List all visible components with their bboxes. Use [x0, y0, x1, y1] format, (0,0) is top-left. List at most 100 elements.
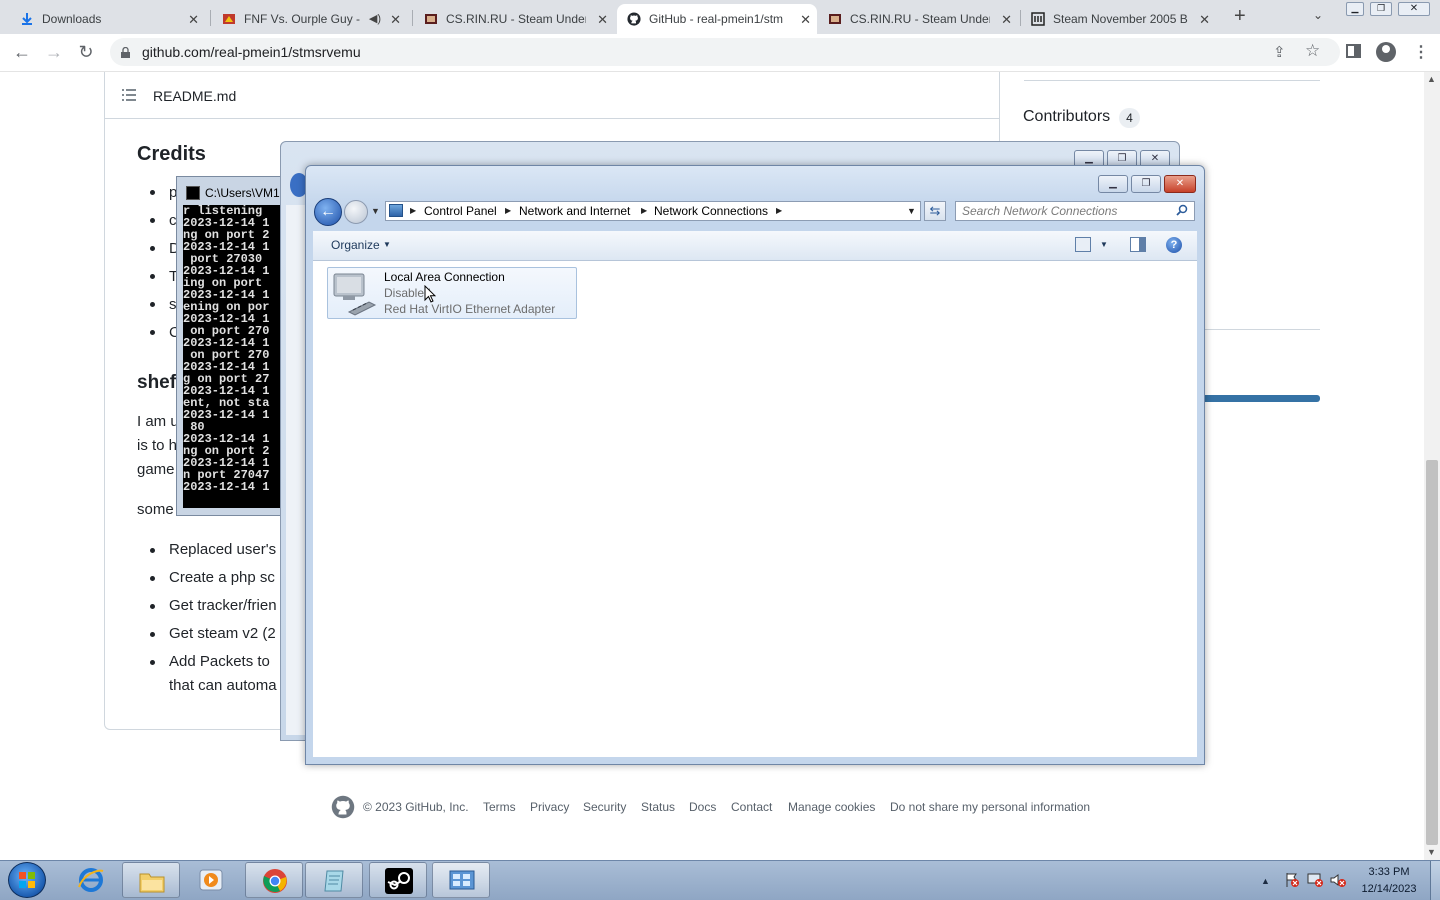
breadcrumb-arrow-icon[interactable]: ▶: [776, 206, 782, 215]
recent-pages-chevron-icon[interactable]: ▼: [371, 206, 380, 216]
sidebar-divider: [1024, 80, 1320, 81]
preview-pane-icon[interactable]: [1130, 237, 1146, 252]
taskbar-internet-explorer[interactable]: [62, 862, 120, 898]
close-tab-icon[interactable]: ✕: [800, 12, 811, 28]
close-tab-icon[interactable]: ✕: [1199, 12, 1210, 28]
minimize-button[interactable]: ▁: [1098, 175, 1128, 193]
refresh-icon[interactable]: ⇆: [924, 201, 946, 221]
new-tab-button[interactable]: +: [1234, 5, 1246, 28]
menu-kebab-icon[interactable]: ⋮: [1413, 42, 1429, 62]
breadcrumb-network-connections[interactable]: Network Connections: [654, 204, 768, 218]
console-icon: [186, 186, 200, 200]
github-logo-icon[interactable]: [331, 795, 355, 819]
csrin-icon: [829, 14, 841, 24]
show-desktop-button[interactable]: [1430, 861, 1440, 900]
footer-link-contact[interactable]: Contact: [731, 800, 772, 814]
paragraph-line: is to h: [137, 437, 178, 454]
mute-icon[interactable]: ◀): [369, 12, 381, 25]
close-window-button[interactable]: ✕: [1398, 2, 1430, 16]
footer-link-terms[interactable]: Terms: [483, 800, 516, 814]
csrin-icon: [425, 14, 437, 24]
close-tab-icon[interactable]: ✕: [390, 12, 401, 28]
paragraph-line: I am u: [137, 413, 179, 430]
list-bullet: [150, 246, 155, 251]
outline-list-icon[interactable]: [122, 88, 136, 101]
console-output[interactable]: r listening 2023-12-14 1 ng on port 2 20…: [183, 205, 283, 508]
forward-arrow-icon[interactable]: [344, 200, 368, 224]
close-tab-icon[interactable]: ✕: [597, 12, 608, 28]
tab-fnf[interactable]: FNF Vs. Ourple Guy - ◀) ✕: [222, 4, 407, 34]
list-bullet: [150, 632, 155, 637]
taskbar-file-explorer[interactable]: [122, 862, 180, 898]
tab-csrin-2[interactable]: CS.RIN.RU - Steam Underg ✕: [828, 4, 1018, 34]
tab-github[interactable]: GitHub - real-pmein1/stm ✕: [617, 4, 817, 34]
list-bullet: [150, 548, 155, 553]
back-arrow-icon[interactable]: ←: [314, 198, 342, 226]
clock-time[interactable]: 3:33 PM: [1358, 866, 1420, 878]
list-bullet: [150, 660, 155, 665]
back-arrow-icon[interactable]: ←: [10, 40, 34, 64]
lock-icon[interactable]: [121, 45, 130, 58]
show-hidden-icons-icon[interactable]: ▲: [1261, 876, 1270, 886]
breadcrumb-arrow-icon[interactable]: ▶: [641, 206, 647, 215]
help-icon[interactable]: ?: [1166, 237, 1182, 253]
bookmark-star-icon[interactable]: ☆: [1305, 41, 1320, 61]
footer-link-manage-cookies[interactable]: Manage cookies: [788, 800, 875, 814]
side-panel-icon[interactable]: [1346, 44, 1361, 58]
maximize-button[interactable]: ❐: [1131, 175, 1161, 193]
taskbar-network-connections[interactable]: [432, 862, 490, 898]
minimize-window-button[interactable]: ▁: [1346, 2, 1364, 16]
tab-downloads[interactable]: Downloads ✕: [20, 4, 205, 34]
list-bullet: [150, 330, 155, 335]
todo-item: Replaced user's: [169, 541, 277, 558]
change-view-icon[interactable]: [1075, 237, 1091, 252]
organize-dropdown-icon[interactable]: ▼: [383, 240, 391, 249]
close-button[interactable]: ✕: [1164, 175, 1196, 193]
taskbar-media-player[interactable]: [182, 862, 240, 898]
taskbar-steam[interactable]: [369, 862, 427, 898]
action-center-flag-icon[interactable]: [1284, 872, 1300, 888]
address-history-dropdown-icon[interactable]: ▼: [907, 206, 916, 216]
reload-icon[interactable]: ↻: [74, 40, 98, 64]
search-icon[interactable]: [1176, 203, 1188, 216]
footer-link-status[interactable]: Status: [641, 800, 675, 814]
footer-link-docs[interactable]: Docs: [689, 800, 716, 814]
share-icon[interactable]: ⇪: [1273, 43, 1286, 61]
forward-arrow-icon[interactable]: →: [42, 40, 66, 64]
notepad-icon: [321, 868, 349, 894]
footer-link-security[interactable]: Security: [583, 800, 626, 814]
todo-item: Get steam v2 (2: [169, 625, 276, 642]
footer-link-privacy[interactable]: Privacy: [530, 800, 569, 814]
contributors-heading[interactable]: Contributors: [1023, 108, 1110, 126]
readme-filename[interactable]: README.md: [153, 88, 236, 104]
steam-icon: [385, 868, 413, 894]
restore-window-button[interactable]: ❐: [1370, 2, 1392, 16]
taskbar-chrome[interactable]: [245, 862, 303, 898]
volume-muted-icon[interactable]: [1330, 872, 1346, 888]
tab-search-chevron-icon[interactable]: ⌄: [1313, 8, 1323, 22]
tab-steam-archive[interactable]: Steam November 2005 Bu ✕: [1031, 4, 1216, 34]
breadcrumb-arrow-icon[interactable]: ▶: [410, 206, 416, 215]
breadcrumb-network-and-internet[interactable]: Network and Internet: [519, 204, 630, 218]
tab-divider: [210, 10, 211, 26]
section-heading: shef: [137, 372, 177, 393]
breadcrumb-control-panel[interactable]: Control Panel: [424, 204, 497, 218]
start-orb-icon[interactable]: [8, 862, 46, 898]
network-status-icon[interactable]: [1307, 872, 1323, 888]
scroll-down-arrow-icon[interactable]: ▼: [1427, 847, 1436, 857]
taskbar-notepad[interactable]: [305, 862, 363, 898]
close-tab-icon[interactable]: ✕: [188, 12, 199, 28]
close-tab-icon[interactable]: ✕: [1001, 12, 1012, 28]
list-bullet: [150, 218, 155, 223]
scroll-up-arrow-icon[interactable]: ▲: [1427, 74, 1436, 84]
view-options-dropdown-icon[interactable]: ▼: [1100, 240, 1108, 249]
scrollbar-thumb[interactable]: [1426, 460, 1438, 845]
file-list-pane[interactable]: [313, 261, 1197, 757]
clock-date[interactable]: 12/14/2023: [1356, 883, 1422, 895]
profile-avatar-icon[interactable]: [1376, 42, 1396, 62]
organize-button[interactable]: Organize: [331, 238, 380, 252]
url-text[interactable]: github.com/real-pmein1/stmsrvemu: [142, 44, 361, 60]
footer-link-do-not-share[interactable]: Do not share my personal information: [890, 800, 1090, 814]
breadcrumb-arrow-icon[interactable]: ▶: [505, 206, 511, 215]
tab-csrin-1[interactable]: CS.RIN.RU - Steam Underg ✕: [424, 4, 614, 34]
